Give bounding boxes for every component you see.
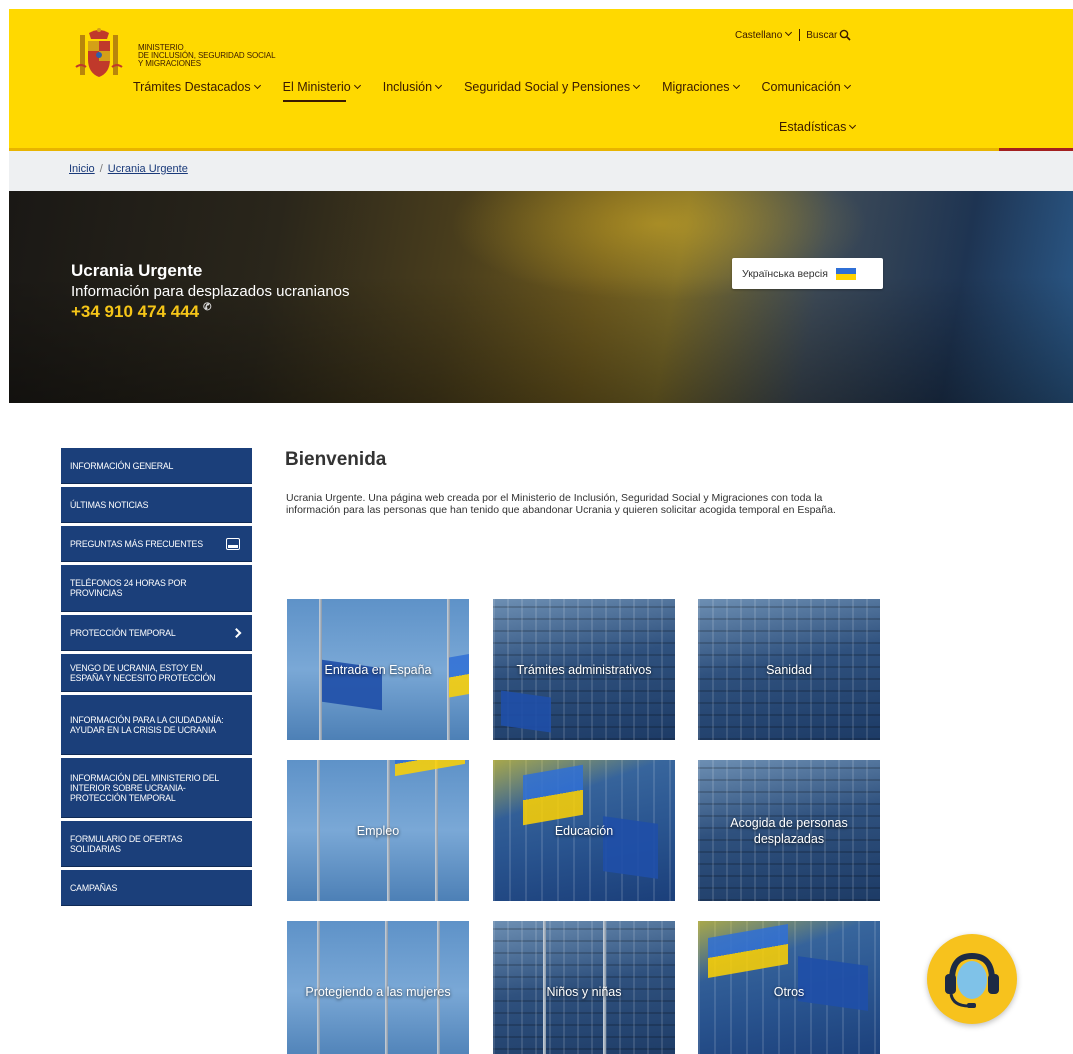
- header-tools: Castellano Buscar: [735, 28, 851, 41]
- nav-el-ministerio[interactable]: El Ministerio: [282, 80, 362, 102]
- sidebar-item-preguntas-frecuentes[interactable]: PREGUNTAS MÁS FRECUENTES: [61, 526, 252, 562]
- headset-icon: [945, 952, 999, 1008]
- ukraine-flag-image: [449, 650, 469, 698]
- hero-text: Ucrania Urgente Información para desplaz…: [71, 261, 350, 322]
- tile-sanidad[interactable]: Sanidad: [698, 599, 880, 740]
- tools-separator: [799, 29, 801, 41]
- chevron-down-icon: [253, 81, 261, 90]
- sidebar-item-campanas[interactable]: CAMPAÑAS: [61, 870, 252, 906]
- breadcrumb-current-link[interactable]: Ucrania Urgente: [108, 163, 188, 175]
- sidebar-item-ultimas-noticias[interactable]: ÚLTIMAS NOTICIAS: [61, 487, 252, 523]
- chevron-down-icon: [785, 28, 793, 36]
- nav-migraciones[interactable]: Migraciones: [662, 80, 740, 94]
- tile-empleo[interactable]: Empleo: [287, 760, 469, 901]
- search-button[interactable]: Buscar: [806, 29, 851, 41]
- ukraine-flag-image: [523, 764, 583, 826]
- language-selector[interactable]: Castellano: [735, 28, 793, 41]
- tile-entrada-en-espana[interactable]: Entrada en España: [287, 599, 469, 740]
- flagpole: [317, 760, 320, 901]
- chevron-down-icon: [849, 121, 857, 130]
- flagpole: [435, 760, 438, 901]
- sidebar-item-informacion-ciudadania[interactable]: INFORMACIÓN PARA LA CIUDADANÍA: AYUDAR E…: [61, 695, 252, 755]
- tile-educacion[interactable]: Educación: [493, 760, 675, 901]
- nav-tramites-destacados[interactable]: Trámites Destacados: [133, 80, 262, 94]
- nav-estadisticas[interactable]: Estadísticas: [779, 120, 857, 134]
- breadcrumb-separator: /: [99, 163, 103, 175]
- nav-inclusion[interactable]: Inclusión: [383, 80, 443, 94]
- hero-phone[interactable]: +34 910 474 444 ✆: [71, 302, 350, 322]
- page-title: Bienvenida: [285, 449, 387, 470]
- sidebar-item-informacion-general[interactable]: INFORMACIÓN GENERAL: [61, 448, 252, 484]
- sidebar-item-ofertas-solidarias[interactable]: FORMULARIO DE OFERTAS SOLIDARIAS: [61, 821, 252, 867]
- hero-subtitle: Información para desplazados ucranianos: [71, 283, 350, 300]
- breadcrumb-home-link[interactable]: Inicio: [69, 163, 95, 175]
- tile-tramites-administrativos[interactable]: Trámites administrativos: [493, 599, 675, 740]
- nav-comunicacion[interactable]: Comunicación: [762, 80, 852, 94]
- sidebar-item-proteccion-temporal[interactable]: PROTECCIÓN TEMPORAL: [61, 615, 252, 651]
- chevron-down-icon: [435, 81, 443, 90]
- ministry-name[interactable]: MINISTERIO DE INCLUSIÓN, SEGURIDAD SOCIA…: [138, 44, 276, 68]
- ukraine-flag-image: [395, 760, 465, 777]
- chevron-right-icon: [231, 627, 242, 638]
- sidebar-menu: INFORMACIÓN GENERAL ÚLTIMAS NOTICIAS PRE…: [61, 448, 252, 909]
- pdf-icon: [226, 537, 240, 550]
- ukraine-flag-icon: [835, 267, 856, 280]
- chevron-down-icon: [732, 81, 740, 90]
- eu-flag-image: [501, 690, 551, 733]
- main-nav: Trámites Destacados El Ministerio Inclus…: [133, 80, 852, 102]
- topic-tiles: Entrada en España Trámites administrativ…: [287, 599, 882, 1054]
- sidebar-item-telefonos[interactable]: TELÉFONOS 24 HORAS POR PROVINCIAS: [61, 565, 252, 612]
- ukraine-flag-image: [708, 923, 788, 979]
- coat-of-arms-logo[interactable]: [74, 27, 124, 83]
- hero-title: Ucrania Urgente: [71, 261, 203, 280]
- help-chat-button[interactable]: [927, 934, 1017, 1024]
- chevron-down-icon: [633, 81, 641, 90]
- ukrainian-version-button[interactable]: Українська версія: [732, 258, 883, 289]
- chevron-down-icon: [353, 81, 361, 90]
- eu-flag-image: [798, 956, 868, 1011]
- tile-ninos-y-ninas[interactable]: Niños y niñas: [493, 921, 675, 1054]
- chevron-down-icon: [843, 81, 851, 90]
- breadcrumb: Inicio / Ucrania Urgente: [9, 151, 1073, 191]
- search-icon: [840, 29, 851, 41]
- intro-text: Ucrania Urgente. Una página web creada p…: [286, 492, 836, 516]
- sidebar-item-vengo-de-ucrania[interactable]: VENGO DE UCRANIA, ESTOY EN ESPAÑA Y NECE…: [61, 654, 252, 692]
- nav-seguridad-social[interactable]: Seguridad Social y Pensiones: [464, 80, 641, 94]
- tile-protegiendo-mujeres[interactable]: Protegiendo a las mujeres: [287, 921, 469, 1054]
- sidebar-item-ministerio-interior[interactable]: INFORMACIÓN DEL MINISTERIO DEL INTERIOR …: [61, 758, 252, 818]
- tile-acogida[interactable]: Acogida de personas desplazadas: [698, 760, 880, 901]
- hero-banner: Ucrania Urgente Información para desplaz…: [9, 191, 1073, 403]
- tile-otros[interactable]: Otros: [698, 921, 880, 1054]
- phone-icon: ✆: [203, 302, 212, 313]
